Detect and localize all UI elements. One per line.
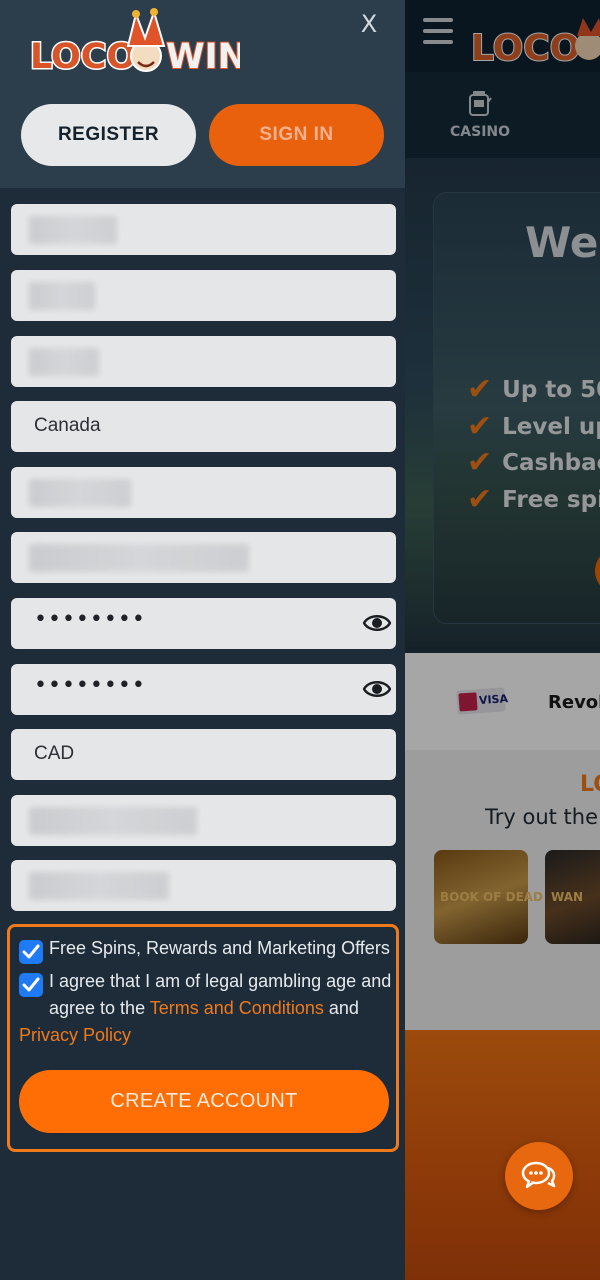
terms-label-line2: agree to the Terms and Conditions and — [49, 998, 359, 1018]
svg-text:LOCO: LOCO — [30, 37, 136, 77]
password-field[interactable]: •••••••• — [11, 598, 396, 649]
username-field[interactable] — [11, 860, 396, 911]
terms-label-line1: I agree that I am of legal gambling age … — [49, 971, 392, 991]
province-field[interactable] — [11, 467, 396, 518]
redacted-value — [29, 872, 169, 900]
checkmark-icon — [22, 944, 40, 959]
marketing-label: Free Spins, Rewards and Marketing Offers — [49, 938, 390, 958]
checkmark-icon — [22, 977, 40, 992]
locowin-logo[interactable]: LOCO WIN — [28, 8, 240, 78]
phone-field[interactable] — [11, 795, 396, 846]
first-name-field[interactable] — [11, 204, 396, 255]
currency-value: CAD — [34, 743, 75, 764]
currency-select[interactable]: CAD — [11, 729, 396, 780]
birth-date-field[interactable] — [11, 336, 396, 387]
country-select[interactable]: Canada — [11, 401, 396, 452]
privacy-policy-link[interactable]: Privacy Policy — [19, 1022, 131, 1049]
dim-overlay[interactable] — [405, 0, 600, 1280]
background-page: LOCO CASINO Wel ✔Up to 50 ✔Level up ✔Cas… — [405, 0, 600, 1280]
live-chat-button[interactable] — [505, 1142, 573, 1210]
redacted-value — [29, 348, 99, 376]
eye-icon[interactable] — [363, 612, 391, 634]
svg-text:WIN: WIN — [166, 37, 240, 77]
redacted-value — [29, 807, 197, 835]
confirm-password-value: •••••••• — [34, 673, 146, 698]
close-button[interactable]: X — [356, 10, 382, 40]
marketing-checkbox[interactable] — [19, 940, 43, 964]
terms-link[interactable]: Terms and Conditions — [150, 998, 324, 1018]
terms-checkbox[interactable] — [19, 973, 43, 997]
last-name-field[interactable] — [11, 270, 396, 321]
register-tab-button[interactable]: REGISTER — [21, 104, 196, 166]
redacted-value — [29, 282, 95, 310]
create-account-button[interactable]: CREATE ACCOUNT — [19, 1070, 389, 1133]
registration-drawer: LOCO WIN X REGISTER SIGN IN Canada •••••… — [0, 0, 405, 1280]
chat-bubbles-icon — [521, 1161, 556, 1189]
confirm-password-field[interactable]: •••••••• — [11, 664, 396, 715]
redacted-value — [29, 544, 249, 572]
drawer-header: LOCO WIN X REGISTER SIGN IN — [0, 0, 405, 188]
redacted-value — [29, 479, 131, 507]
country-value: Canada — [34, 415, 101, 436]
redacted-value — [29, 216, 117, 244]
email-field[interactable] — [11, 532, 396, 583]
eye-icon[interactable] — [363, 678, 391, 700]
consent-section: Free Spins, Rewards and Marketing Offers… — [7, 924, 399, 1152]
signin-tab-button[interactable]: SIGN IN — [209, 104, 384, 166]
password-value: •••••••• — [34, 607, 146, 632]
